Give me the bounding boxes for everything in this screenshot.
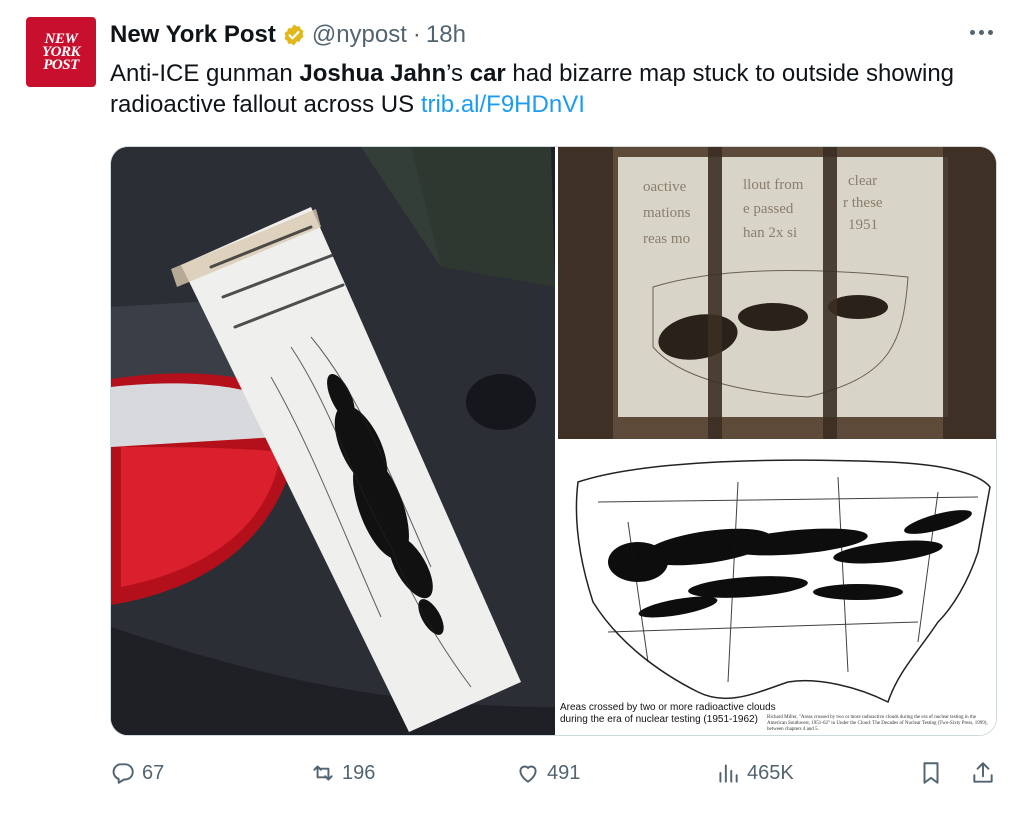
sign-fragment: llout from	[743, 177, 804, 193]
tweet-header: New York Post @nypost · 18h	[110, 20, 466, 50]
avatar-line: POST	[43, 56, 79, 73]
media-grid: oactive llout from clear mations e passe…	[110, 146, 997, 736]
views-count: 465K	[747, 761, 794, 784]
sign-fragment: clear	[848, 173, 877, 189]
more-options-icon[interactable]	[968, 22, 994, 42]
share-icon	[973, 762, 993, 783]
tweet-text-part: Anti-ICE gunman	[110, 60, 300, 87]
photo-fallout-map[interactable]: Areas crossed by two or more radioactive…	[558, 442, 996, 735]
photo-car-with-map[interactable]	[111, 147, 555, 735]
tweet-text-part: ’s	[446, 60, 470, 87]
reply-count: 67	[142, 761, 165, 784]
verified-badge-icon	[282, 23, 306, 47]
sign-fragment: e passed	[743, 201, 794, 217]
map-caption-line-1: Areas crossed by two or more radioactive…	[560, 702, 776, 713]
sign-fragment: oactive	[643, 179, 687, 195]
sign-fragment: 1951	[848, 217, 878, 233]
sign-fragment: reas mo	[643, 231, 690, 247]
sign-fragment: mations	[643, 205, 691, 221]
sign-fragment: r these	[843, 195, 883, 211]
repost-button[interactable]: 196	[310, 760, 375, 786]
bookmark-icon	[923, 762, 939, 784]
like-button[interactable]: 491	[515, 760, 580, 786]
display-name[interactable]: New York Post	[110, 21, 276, 49]
map-caption-line-2: during the era of nuclear testing (1951-…	[560, 714, 758, 725]
handle[interactable]: @nypost	[312, 21, 407, 49]
reply-icon	[112, 763, 134, 784]
sign-fragment: han 2x si	[743, 225, 797, 241]
separator-dot: ·	[412, 21, 421, 48]
tweet-link[interactable]: trib.al/F9HDnVI	[421, 91, 585, 118]
photo-sign-in-window[interactable]: oactive llout from clear mations e passe…	[558, 147, 996, 439]
avatar[interactable]: NEW YORK POST	[26, 17, 96, 87]
timestamp[interactable]: 18h	[426, 21, 466, 49]
tweet-bold-car: car	[469, 60, 506, 87]
tweet-bold-name: Joshua Jahn	[299, 60, 447, 87]
bookmark-button[interactable]	[918, 760, 944, 786]
views-chart-icon	[719, 764, 738, 783]
like-count: 491	[547, 761, 581, 784]
tweet-text: Anti-ICE gunman Joshua Jahn’s car had bi…	[110, 58, 990, 120]
heart-icon	[519, 765, 537, 783]
repost-icon	[313, 765, 333, 781]
share-button[interactable]	[970, 760, 996, 786]
views-button[interactable]: 465K	[715, 760, 794, 786]
reply-button[interactable]: 67	[110, 760, 164, 786]
repost-count: 196	[342, 761, 376, 784]
tweet-actions: 67 196 491 465K	[110, 760, 1000, 790]
map-credit: Richard Miller, "Areas crossed by two or…	[767, 715, 988, 732]
